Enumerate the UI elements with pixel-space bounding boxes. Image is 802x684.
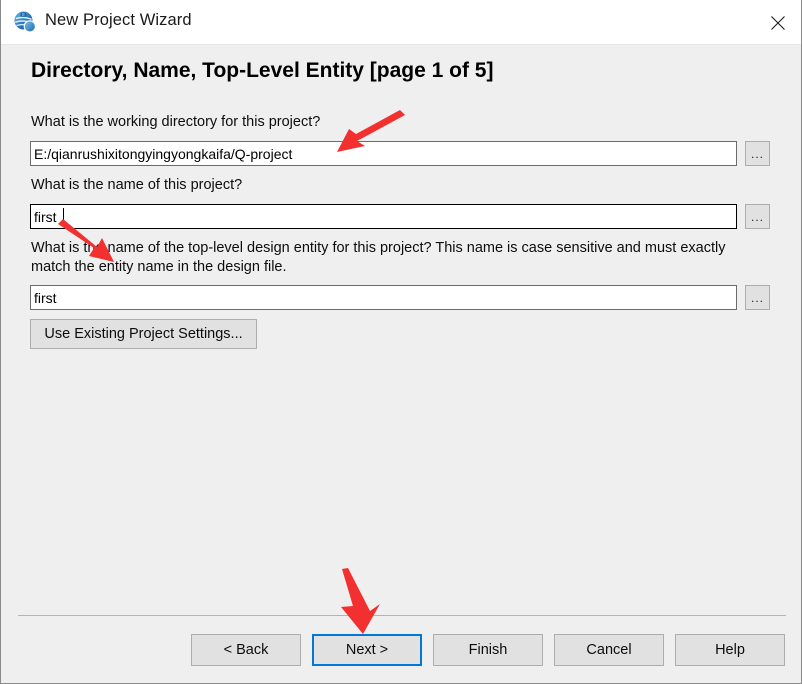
working-directory-browse-button[interactable]: ... bbox=[745, 141, 770, 166]
finish-button[interactable]: Finish bbox=[433, 634, 543, 666]
ellipsis-icon: ... bbox=[750, 146, 765, 161]
help-button[interactable]: Help bbox=[675, 634, 785, 666]
use-existing-project-settings-button[interactable]: Use Existing Project Settings... bbox=[30, 319, 257, 349]
dialog-body: Directory, Name, Top-Level Entity [page … bbox=[1, 45, 801, 683]
working-directory-input[interactable] bbox=[30, 141, 737, 166]
back-button[interactable]: < Back bbox=[191, 634, 301, 666]
working-directory-label: What is the working directory for this p… bbox=[31, 114, 321, 130]
close-icon[interactable] bbox=[755, 0, 801, 44]
top-level-entity-browse-button[interactable]: ... bbox=[745, 285, 770, 310]
title-bar: II New Project Wizard bbox=[1, 0, 801, 45]
next-button[interactable]: Next > bbox=[312, 634, 422, 666]
ellipsis-icon: ... bbox=[750, 209, 765, 224]
new-project-wizard-dialog: II New Project Wizard Directory, Name, T… bbox=[0, 0, 802, 684]
svg-text:II: II bbox=[22, 12, 24, 17]
top-level-entity-input[interactable] bbox=[30, 285, 737, 310]
page-title: Directory, Name, Top-Level Entity [page … bbox=[31, 59, 494, 82]
project-name-label: What is the name of this project? bbox=[31, 177, 243, 193]
ellipsis-icon: ... bbox=[750, 290, 765, 305]
project-name-input[interactable] bbox=[30, 204, 737, 229]
window-title: New Project Wizard bbox=[45, 11, 192, 29]
footer-separator bbox=[18, 615, 786, 616]
cancel-button[interactable]: Cancel bbox=[554, 634, 664, 666]
text-caret bbox=[63, 208, 64, 224]
project-name-browse-button[interactable]: ... bbox=[745, 204, 770, 229]
top-level-entity-label: What is the name of the top-level design… bbox=[31, 240, 726, 276]
quartus-globe-icon: II bbox=[13, 10, 37, 34]
